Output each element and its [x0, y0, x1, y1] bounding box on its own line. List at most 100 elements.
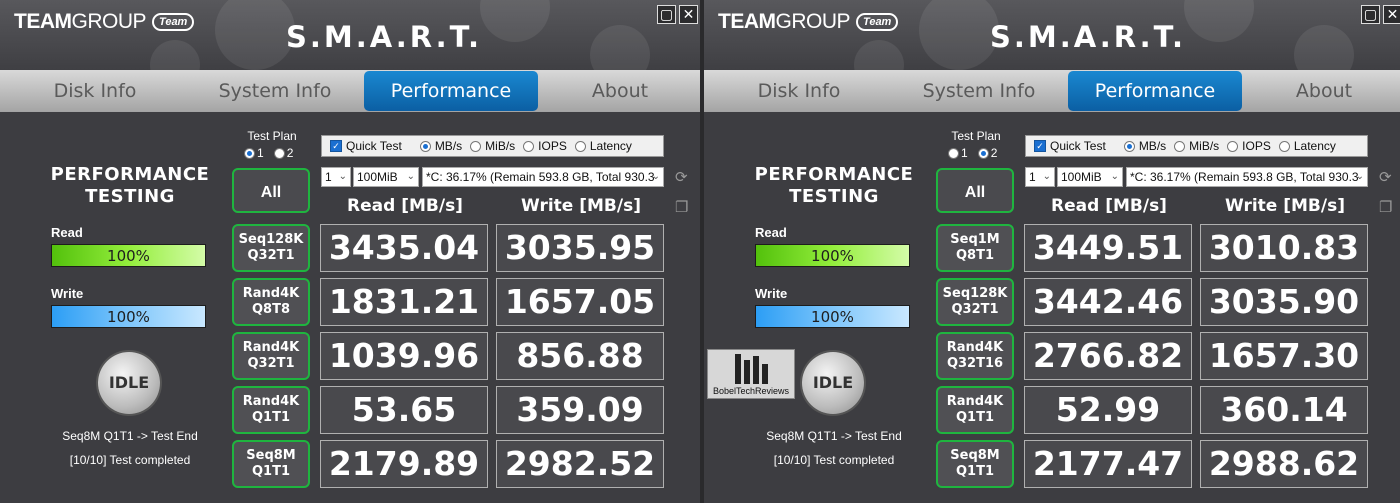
idle-start-button[interactable]: IDLE — [802, 352, 864, 414]
smart-window-left: TEAMGROUP Team S.M.A.R.T. ▢ ✕ Disk Info … — [0, 0, 700, 503]
test-size-select[interactable]: 100MiB ⌄ — [353, 167, 419, 187]
write-progress-bar: 100% — [51, 305, 206, 328]
test-plan-radio-1[interactable] — [244, 147, 255, 159]
test-button[interactable]: Rand4K Q1T1 — [232, 386, 310, 434]
smart-window-right: TEAMGROUP Team S.M.A.R.T. ▢ ✕ Disk Info … — [704, 0, 1400, 503]
read-progress-label: Read — [755, 225, 787, 240]
write-column-header: Write [MB/s] — [1225, 196, 1345, 216]
copy-icon[interactable]: ❐ — [1379, 198, 1392, 216]
write-result: 856.88 — [496, 332, 664, 380]
test-count-select[interactable]: 1 ⌄ — [1025, 167, 1055, 187]
tab-about[interactable]: About — [545, 70, 695, 112]
test-plan-options: 1 2 — [948, 146, 997, 160]
read-result: 3442.46 — [1024, 278, 1192, 326]
tab-about[interactable]: About — [1249, 70, 1399, 112]
unit-radio-mbs[interactable]: MB/s — [1123, 139, 1166, 153]
read-result: 2177.47 — [1024, 440, 1192, 488]
unit-radio-mibs[interactable]: MiB/s — [470, 139, 515, 153]
read-column-header: Read [MB/s] — [1051, 196, 1167, 216]
close-button[interactable]: ✕ — [679, 5, 698, 24]
test-options-bar: ✓ Quick Test MB/s MiB/s IOPS Latency — [321, 135, 664, 157]
quick-test-checkbox[interactable]: ✓ Quick Test — [330, 139, 402, 153]
write-result: 3035.90 — [1200, 278, 1368, 326]
chevron-down-icon: ⌄ — [1110, 171, 1119, 182]
read-result: 2766.82 — [1024, 332, 1192, 380]
unit-radio-iops[interactable]: IOPS — [523, 139, 567, 153]
read-result: 1039.96 — [320, 332, 488, 380]
write-result: 3035.95 — [496, 224, 664, 272]
write-progress-label: Write — [51, 286, 84, 301]
unit-radio-latency[interactable]: Latency — [574, 139, 632, 153]
chevron-down-icon: ⌄ — [338, 171, 347, 182]
read-result: 52.99 — [1024, 386, 1192, 434]
test-button[interactable]: Seq128K Q32T1 — [232, 224, 310, 272]
tab-system-info[interactable]: System Info — [195, 70, 355, 112]
test-button[interactable]: Seq1M Q8T1 — [936, 224, 1014, 272]
write-progress-label: Write — [755, 286, 788, 301]
watermark-text: BobelTechReviews — [712, 386, 790, 396]
tab-performance[interactable]: Performance — [364, 71, 538, 111]
test-plan-radio-2[interactable] — [977, 147, 989, 159]
test-options-bar: ✓ Quick Test MB/s MiB/s IOPS Latency — [1025, 135, 1368, 157]
read-progress-bar: 100% — [51, 244, 206, 267]
teamgroup-logo: TEAMGROUP Team — [14, 10, 195, 34]
refresh-icon[interactable]: ⟳ — [675, 168, 688, 186]
minimize-button[interactable]: ▢ — [1361, 5, 1380, 24]
test-button[interactable]: Rand4K Q32T16 — [936, 332, 1014, 380]
refresh-icon[interactable]: ⟳ — [1379, 168, 1392, 186]
test-plan-radio-2[interactable] — [273, 147, 285, 159]
write-result: 2988.62 — [1200, 440, 1368, 488]
write-result: 359.09 — [496, 386, 664, 434]
tab-performance[interactable]: Performance — [1068, 71, 1242, 111]
drive-select[interactable]: *C: 36.17% (Remain 593.8 GB, Total 930.3… — [1126, 167, 1368, 187]
write-result: 3010.83 — [1200, 224, 1368, 272]
status-line-1: Seq8M Q1T1 -> Test End — [62, 429, 198, 443]
test-plan-options: 1 2 — [244, 146, 293, 160]
test-button[interactable]: Seq8M Q1T1 — [232, 440, 310, 488]
test-button[interactable]: Rand4K Q1T1 — [936, 386, 1014, 434]
run-all-button[interactable]: All — [936, 168, 1014, 213]
tab-bar: Disk Info System Info Performance About — [0, 70, 700, 112]
status-line-2: [10/10] Test completed — [69, 453, 191, 467]
tab-disk-info[interactable]: Disk Info — [724, 70, 874, 112]
performance-testing-heading: PERFORMANCE TESTING — [754, 164, 914, 207]
read-result: 1831.21 — [320, 278, 488, 326]
test-size-select[interactable]: 100MiB ⌄ — [1057, 167, 1123, 187]
status-line-2: [10/10] Test completed — [773, 453, 895, 467]
test-count-select[interactable]: 1 ⌄ — [321, 167, 351, 187]
performance-testing-heading: PERFORMANCE TESTING — [50, 164, 210, 207]
drive-select[interactable]: *C: 36.17% (Remain 593.8 GB, Total 930.3… — [422, 167, 664, 187]
read-result: 2179.89 — [320, 440, 488, 488]
test-button[interactable]: Seq8M Q1T1 — [936, 440, 1014, 488]
read-result: 53.65 — [320, 386, 488, 434]
chevron-down-icon: ⌄ — [1042, 171, 1051, 182]
bobeltech-watermark-logo: BobelTechReviews — [707, 349, 795, 399]
app-title: S.M.A.R.T. — [286, 20, 483, 54]
app-header: TEAMGROUP Team S.M.A.R.T. ▢ ✕ — [0, 0, 700, 70]
test-button[interactable]: Rand4K Q8T8 — [232, 278, 310, 326]
chevron-down-icon: ⌄ — [406, 171, 415, 182]
idle-start-button[interactable]: IDLE — [98, 352, 160, 414]
copy-icon[interactable]: ❐ — [675, 198, 688, 216]
test-plan-radio-1[interactable] — [948, 147, 959, 159]
test-button[interactable]: Rand4K Q32T1 — [232, 332, 310, 380]
test-button[interactable]: Seq128K Q32T1 — [936, 278, 1014, 326]
write-column-header: Write [MB/s] — [521, 196, 641, 216]
run-all-button[interactable]: All — [232, 168, 310, 213]
quick-test-checkbox[interactable]: ✓ Quick Test — [1034, 139, 1106, 153]
tab-disk-info[interactable]: Disk Info — [20, 70, 170, 112]
write-progress-bar: 100% — [755, 305, 910, 328]
close-button[interactable]: ✕ — [1383, 5, 1400, 24]
unit-radio-mibs[interactable]: MiB/s — [1174, 139, 1219, 153]
minimize-button[interactable]: ▢ — [657, 5, 676, 24]
unit-radio-iops[interactable]: IOPS — [1227, 139, 1271, 153]
chevron-down-icon: ⌄ — [1355, 171, 1364, 182]
unit-radio-mbs[interactable]: MB/s — [419, 139, 462, 153]
status-line-1: Seq8M Q1T1 -> Test End — [766, 429, 902, 443]
tab-system-info[interactable]: System Info — [899, 70, 1059, 112]
read-progress-bar: 100% — [755, 244, 910, 267]
write-result: 1657.30 — [1200, 332, 1368, 380]
checkmark-icon: ✓ — [330, 140, 342, 152]
unit-radio-latency[interactable]: Latency — [1278, 139, 1336, 153]
teamgroup-logo: TEAMGROUP Team — [718, 10, 899, 34]
